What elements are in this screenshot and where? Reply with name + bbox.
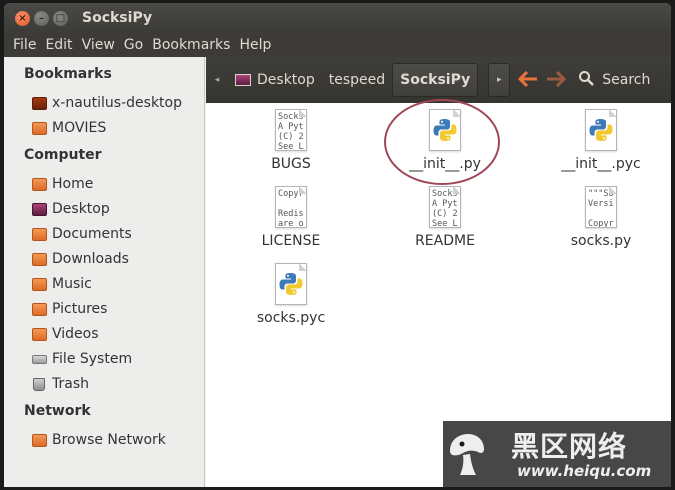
file-name: LICENSE: [261, 233, 321, 249]
file-name: socks.py: [570, 233, 632, 249]
watermark: 黑区网络 www.heiqu.com: [443, 421, 671, 487]
file-readme[interactable]: Socks A Pyt (C) 2 See L README: [390, 186, 500, 249]
breadcrumb-scroll-right-button[interactable]: ▸: [488, 63, 511, 97]
close-window-button[interactable]: ×: [15, 10, 30, 26]
python-logo-svg: [279, 273, 303, 295]
places-sidebar: Bookmarks x-nautilus-desktop MOVIES Comp…: [4, 57, 205, 487]
menu-bookmarks[interactable]: Bookmarks: [152, 37, 230, 53]
breadcrumb-tespeed[interactable]: tespeed: [322, 63, 392, 97]
location-toolbar: ◂ Desktop tespeed SocksiPy ▸ Search: [206, 57, 671, 103]
menu-help[interactable]: Help: [239, 37, 271, 53]
sidebar-item-file-system[interactable]: File System: [32, 348, 132, 370]
sidebar-item-label: Music: [52, 276, 92, 292]
sidebar-item-trash[interactable]: Trash: [32, 373, 89, 395]
file-license[interactable]: Copyr Redis are o LICENSE: [236, 186, 346, 249]
file-preview: Socks A Pyt (C) 2 See L: [278, 112, 304, 151]
sidebar-item-label: MOVIES: [52, 120, 107, 136]
sidebar-item-home[interactable]: Home: [32, 173, 93, 195]
maximize-window-button[interactable]: □: [53, 10, 68, 26]
highlight-circle: [384, 99, 500, 185]
python-file-icon: [585, 109, 617, 151]
sidebar-item-label: x-nautilus-desktop: [52, 95, 182, 111]
menu-file[interactable]: File: [13, 37, 36, 53]
menu-edit[interactable]: Edit: [45, 37, 72, 53]
breadcrumb-label: Desktop: [257, 72, 315, 88]
file-preview: """So Versi Copyr: [588, 189, 614, 228]
sidebar-item-label: Home: [52, 176, 94, 192]
file-name: README: [415, 233, 475, 249]
window-title: SocksiPy: [82, 10, 153, 26]
sidebar-item-x-nautilus-desktop[interactable]: x-nautilus-desktop: [32, 92, 182, 114]
sidebar-item-label: Videos: [52, 326, 99, 342]
downloads-folder-icon: [32, 252, 47, 266]
breadcrumb-socksipy[interactable]: SocksiPy: [392, 63, 479, 97]
text-file-icon: Socks A Pyt (C) 2 See L: [429, 186, 461, 228]
trash-icon: [33, 377, 45, 391]
breadcrumb-desktop[interactable]: Desktop: [228, 63, 322, 97]
title-bar: × – □ SocksiPy: [4, 3, 671, 33]
sidebar-item-label: File System: [52, 351, 133, 367]
sidebar-item-movies[interactable]: MOVIES: [32, 117, 106, 139]
sidebar-heading-network: Network: [24, 403, 91, 419]
file-preview: Socks A Pyt (C) 2 See L: [432, 189, 458, 228]
desktop-icon: [32, 202, 47, 216]
menu-view[interactable]: View: [82, 37, 115, 53]
sidebar-item-browse-network[interactable]: Browse Network: [32, 429, 166, 451]
back-arrow-icon[interactable]: [514, 70, 542, 90]
python-file-icon: [275, 263, 307, 305]
file-bugs[interactable]: Socks A Pyt (C) 2 See L BUGS: [236, 109, 346, 172]
file-init-pyc[interactable]: __init__.pyc: [546, 109, 656, 172]
sidebar-item-label: Pictures: [52, 301, 108, 317]
menu-go[interactable]: Go: [124, 37, 143, 53]
forward-arrow-icon[interactable]: [542, 70, 570, 90]
sidebar-item-label: Downloads: [52, 251, 129, 267]
documents-folder-icon: [32, 227, 47, 241]
network-folder-icon: [32, 433, 47, 447]
sidebar-item-documents[interactable]: Documents: [32, 223, 132, 245]
file-preview: Copyr Redis are o: [278, 189, 304, 228]
folder-icon: [32, 121, 47, 135]
file-name: __init__.pyc: [561, 156, 641, 172]
desktop-icon: [235, 74, 251, 86]
sidebar-item-videos[interactable]: Videos: [32, 323, 99, 345]
sidebar-item-desktop[interactable]: Desktop: [32, 198, 110, 220]
home-folder-icon: [32, 177, 47, 191]
breadcrumb-label: tespeed: [328, 72, 386, 88]
breadcrumb-label: SocksiPy: [400, 72, 471, 88]
sidebar-item-label: Trash: [52, 376, 89, 392]
magnifier-svg: [579, 71, 595, 86]
sidebar-heading-computer: Computer: [24, 147, 102, 163]
sidebar-item-pictures[interactable]: Pictures: [32, 298, 107, 320]
mushroom-logo-icon: [450, 434, 484, 475]
text-file-icon: Copyr Redis are o: [275, 186, 307, 228]
text-file-icon: Socks A Pyt (C) 2 See L: [275, 109, 307, 151]
file-name: BUGS: [271, 156, 311, 172]
text-file-icon: """So Versi Copyr: [585, 186, 617, 228]
forward-arrow-svg: [547, 70, 567, 88]
file-socks-py[interactable]: """So Versi Copyr socks.py: [546, 186, 656, 249]
sidebar-item-downloads[interactable]: Downloads: [32, 248, 129, 270]
sidebar-item-label: Documents: [52, 226, 132, 242]
menu-bar: File Edit View Go Bookmarks Help: [4, 33, 671, 57]
folder-dark-icon: [32, 96, 47, 110]
watermark-chinese-text: 黑区网络: [511, 430, 628, 463]
search-icon[interactable]: [578, 70, 595, 90]
file-name: socks.pyc: [256, 310, 326, 326]
file-socks-pyc[interactable]: socks.pyc: [236, 263, 346, 326]
python-logo-svg: [589, 119, 613, 141]
drive-icon: [32, 354, 47, 364]
file-manager-window: × – □ SocksiPy File Edit View Go Bookmar…: [4, 3, 671, 487]
music-folder-icon: [32, 277, 47, 291]
sidebar-item-label: Desktop: [52, 201, 110, 217]
back-arrow-svg: [518, 70, 538, 88]
sidebar-heading-bookmarks: Bookmarks: [24, 66, 112, 82]
watermark-url: www.heiqu.com: [517, 462, 652, 480]
minimize-window-button[interactable]: –: [34, 10, 49, 26]
pictures-folder-icon: [32, 302, 47, 316]
search-button[interactable]: Search: [602, 72, 650, 88]
breadcrumb-scroll-left-button[interactable]: ◂: [206, 75, 228, 85]
sidebar-item-music[interactable]: Music: [32, 273, 92, 295]
sidebar-item-label: Browse Network: [52, 432, 166, 448]
videos-folder-icon: [32, 327, 47, 341]
